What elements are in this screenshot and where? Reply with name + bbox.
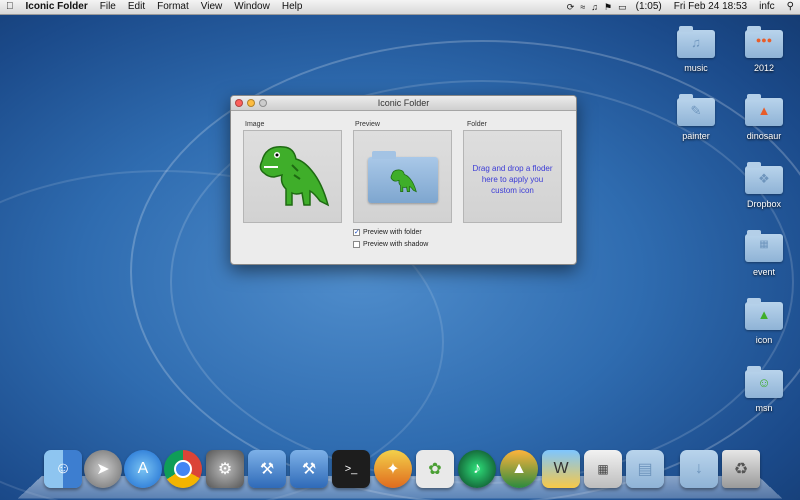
dropbox-icon: ❖ [758,171,770,186]
desktop-icon-label: event [752,267,776,277]
desktop-icon-painter[interactable]: ✎ painter [668,94,724,141]
image-label: Image [245,121,265,128]
launchpad-icon[interactable]: ➤ [84,450,122,488]
folder-icon: ●●● [745,26,783,58]
dinosaur-icon [259,146,330,207]
desktop-icon-event[interactable]: ▦ event [736,230,792,277]
desktop-icon-msn[interactable]: ☺ msn [736,366,792,413]
applications-folder-icon[interactable]: ▤ [626,450,664,488]
chrome-icon[interactable] [164,450,202,488]
wifi-icon[interactable]: ≈ [577,0,588,14]
close-button[interactable] [235,99,243,107]
folder-preview-icon [368,151,438,203]
music-note-icon: ♫ [691,35,701,50]
preview-with-shadow-checkbox[interactable]: Preview with shadow [353,241,428,248]
menu-file[interactable]: File [94,0,122,14]
volume-icon[interactable]: ♫ [588,0,601,14]
flag-icon[interactable]: ⚑ [601,0,615,14]
battery-time[interactable]: (1:05) [630,0,668,14]
checkbox-label: Preview with folder [363,229,422,236]
menu-view[interactable]: View [195,0,229,14]
clock[interactable]: Fri Feb 24 18:53 [668,0,753,14]
wings-icon[interactable]: ▲ [500,450,538,488]
dictionary-icon[interactable]: W [542,450,580,488]
folder-drop-zone[interactable]: Drag and drop a floder here to apply you… [463,130,562,223]
desktop-icon-label: Dropbox [746,199,782,209]
app-menu[interactable]: Iconic Folder [20,0,94,14]
downloads-folder-icon[interactable]: ↓ [680,450,718,488]
battery-icon[interactable]: ▭ [615,0,630,14]
folder-label: Folder [467,121,487,128]
evernote-icon[interactable]: ✿ [416,450,454,488]
folder-icon: ▲ [745,94,783,126]
preview-with-folder-checkbox[interactable]: ✓ Preview with folder [353,229,422,236]
system-preferences-icon[interactable]: ⚙ [206,450,244,488]
desktop-icon-icon[interactable]: ▲ icon [736,298,792,345]
calendar-icon: ▦ [759,239,769,250]
minimize-button[interactable] [247,99,255,107]
desktop-icon-dropbox[interactable]: ❖ Dropbox [736,162,792,209]
xcode-icon[interactable]: ⚒ [248,450,286,488]
folder-icon: ✎ [677,94,715,126]
desktop-icon-label: dinosaur [746,131,782,141]
menu-bar:  Iconic Folder File Edit Format View Wi… [0,0,800,15]
finder-icon[interactable]: ☺ [44,450,82,488]
apple-menu-icon[interactable]:  [0,0,20,14]
dinosaur-icon: ▲ [757,103,771,118]
iconic-folder-window: Iconic Folder Image Preview Folder Drag … [230,95,577,265]
menu-edit[interactable]: Edit [122,0,151,14]
drop-instruction: Drag and drop a floder here to apply you… [472,164,553,195]
folder-icon: ❖ [745,162,783,194]
raygun-icon[interactable]: ✦ [374,450,412,488]
user-menu[interactable]: infc [753,0,781,14]
painter-icon: ✎ [690,103,702,118]
window-title: Iconic Folder [377,98,430,108]
dinosaur-icon: ▲ [757,307,771,322]
desktop-icon-music[interactable]: ♫ music [668,26,724,73]
dinosaur-icon [390,169,417,193]
search-icon[interactable]: ⚲ [781,0,800,14]
calculator-icon[interactable]: ▦ [584,450,622,488]
checkbox-unchecked[interactable] [353,241,360,248]
preview-label: Preview [355,121,380,128]
folder-icon: ♫ [677,26,715,58]
trash-icon[interactable]: ♻ [722,450,760,488]
checkbox-label: Preview with shadow [363,241,429,248]
desktop-icon-label: 2012 [753,63,775,73]
msn-icon: ☺ [757,375,771,390]
desktop-icon-2012[interactable]: ●●● 2012 [736,26,792,73]
app-store-icon[interactable]: A [124,450,162,488]
terminal-icon[interactable]: >_ [332,450,370,488]
status-area: ⟳ ≈ ♫ ⚑ ▭ (1:05) Fri Feb 24 18:53 infc ⚲ [564,0,800,14]
menu-help[interactable]: Help [276,0,309,14]
desktop-icon-label: music [684,63,708,73]
sync-icon[interactable]: ⟳ [564,0,578,14]
sound-app-icon[interactable]: ♪ [458,450,496,488]
colorful-dots-icon: ●●● [755,35,773,45]
instruments-icon[interactable]: ⚒ [290,450,328,488]
desktop-icon-label: icon [755,335,773,345]
menu-window[interactable]: Window [228,0,276,14]
zoom-button[interactable] [259,99,267,107]
folder-icon: ▲ [745,298,783,330]
menu-format[interactable]: Format [151,0,195,14]
desktop-icon-dinosaur[interactable]: ▲ dinosaur [736,94,792,141]
desktop-icon-label: painter [682,131,710,141]
folder-icon: ☺ [745,366,783,398]
desktop-icon-label: msn [755,403,773,413]
window-titlebar[interactable]: Iconic Folder [231,96,576,111]
folder-icon: ▦ [745,230,783,262]
image-well[interactable] [243,130,342,223]
checkbox-checked[interactable]: ✓ [353,229,360,236]
preview-well [353,130,452,223]
